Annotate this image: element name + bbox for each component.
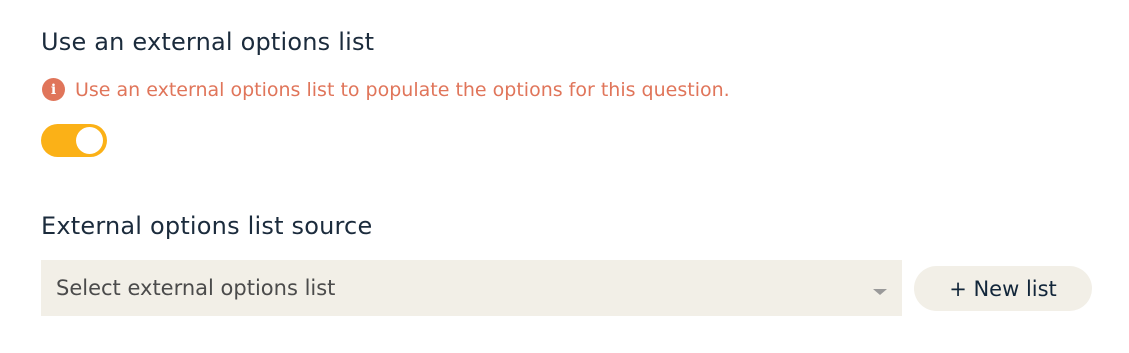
chevron-down-icon	[873, 289, 887, 295]
external-options-title: Use an external options list	[41, 28, 375, 56]
toggle-knob	[76, 127, 103, 154]
external-options-source-title: External options list source	[41, 212, 373, 240]
new-list-button[interactable]: + New list	[914, 266, 1092, 311]
external-options-list-select[interactable]: Select external options list	[41, 260, 902, 316]
external-options-toggle[interactable]	[41, 124, 107, 157]
external-options-hint: i Use an external options list to popula…	[42, 78, 730, 101]
hint-text: Use an external options list to populate…	[75, 78, 730, 101]
select-placeholder: Select external options list	[56, 276, 336, 300]
info-icon: i	[42, 78, 65, 101]
